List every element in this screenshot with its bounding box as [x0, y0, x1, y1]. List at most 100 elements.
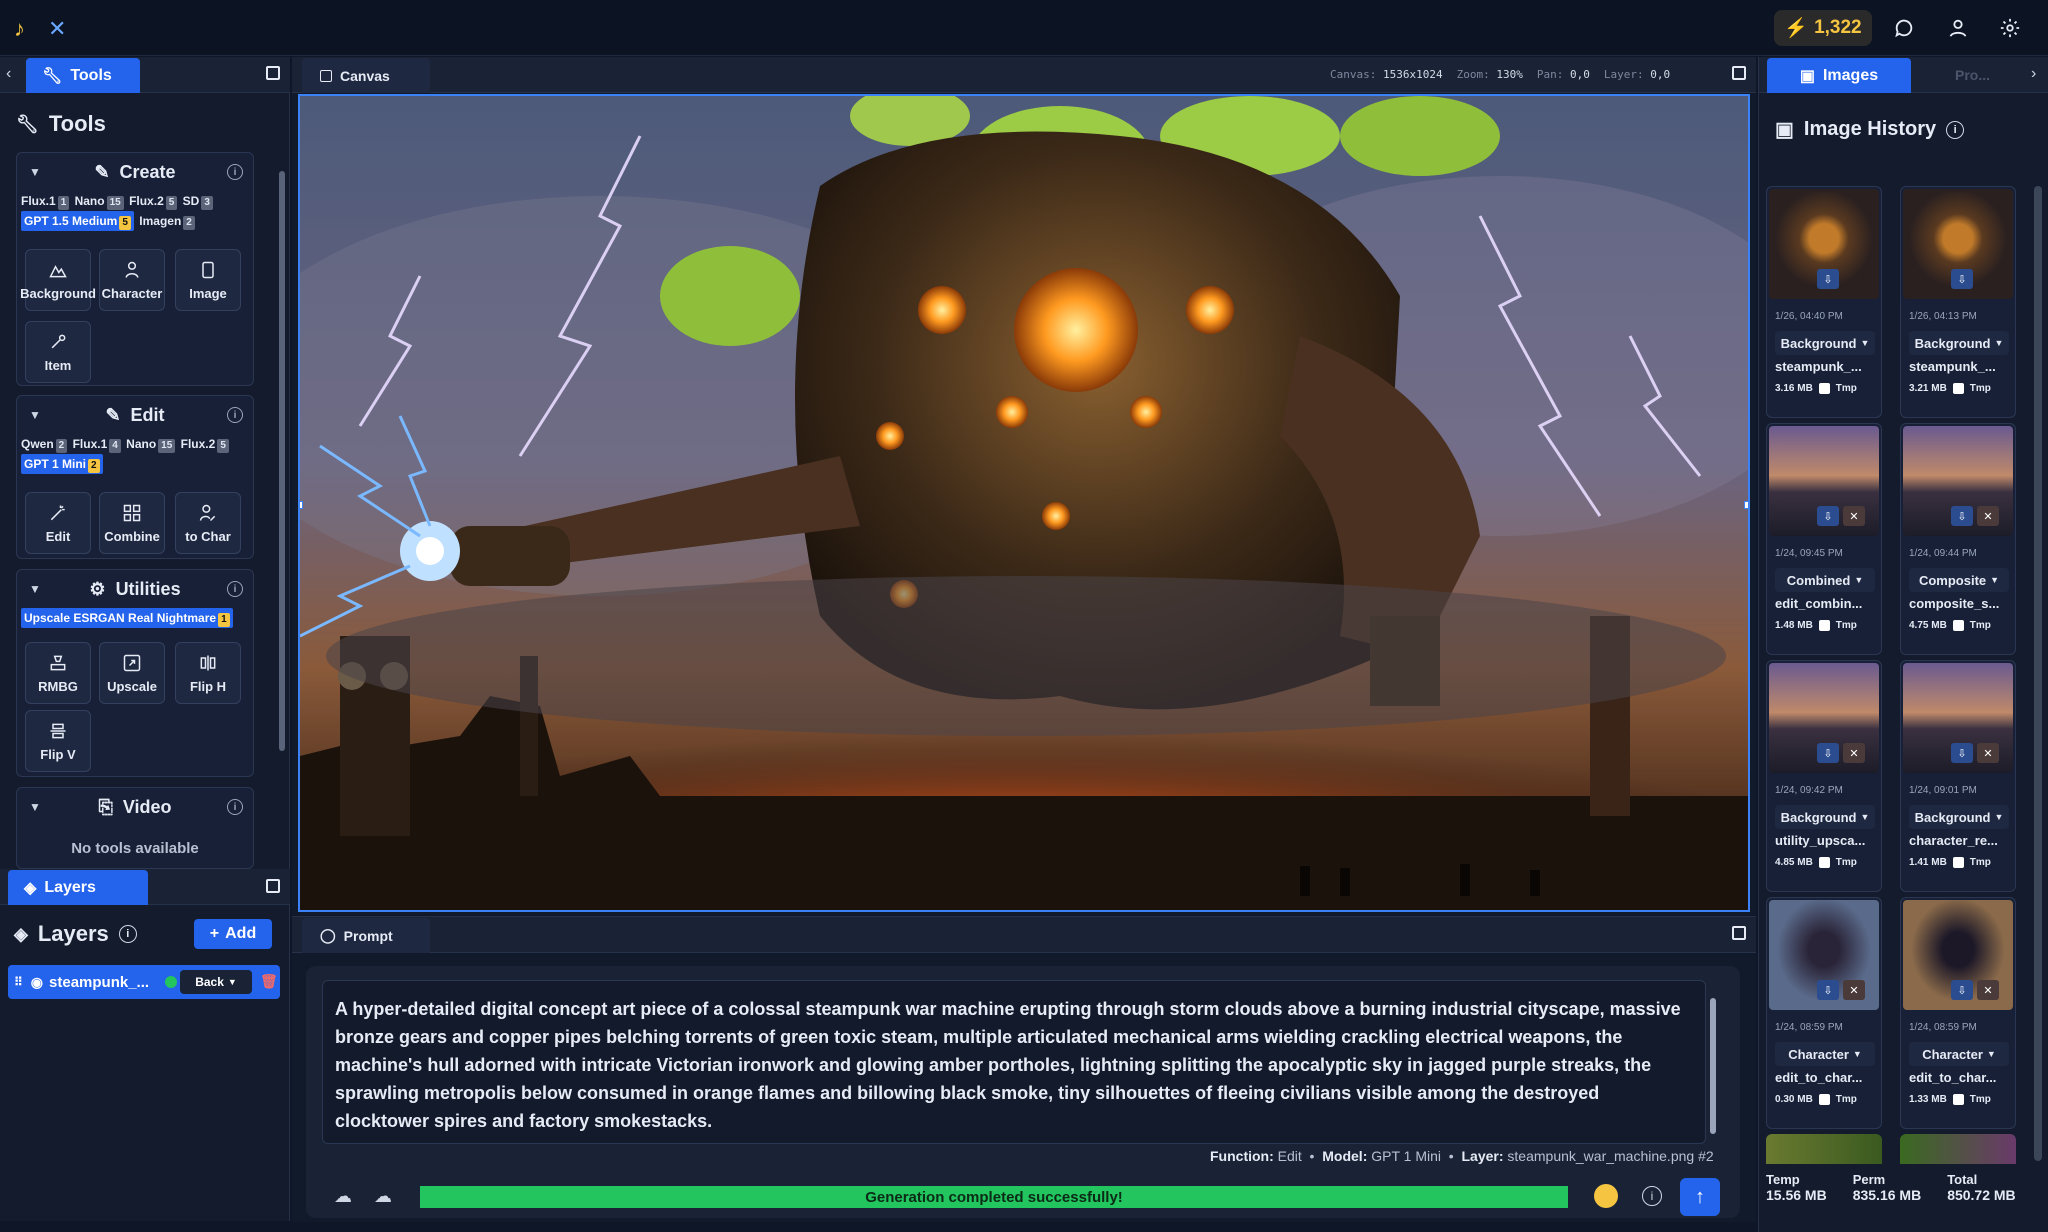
info-icon[interactable]: i — [227, 164, 243, 180]
upload-cloud-icon[interactable]: ☁ — [334, 1186, 352, 1207]
gear-icon[interactable] — [1994, 12, 2026, 44]
collapse-left-icon[interactable]: ‹ — [6, 65, 11, 83]
credits-badge[interactable]: ⚡ 1,322 — [1774, 10, 1872, 46]
image-button[interactable]: Image — [175, 249, 241, 311]
tab-tools[interactable]: 🔧︎ Tools — [26, 58, 140, 93]
maximize-icon[interactable] — [266, 879, 280, 893]
download-icon[interactable]: ⇩ — [1951, 506, 1973, 526]
info-icon[interactable]: i — [118, 925, 137, 943]
model-chip-selected[interactable]: GPT 1 Mini 2 — [21, 454, 103, 474]
flip-v-button[interactable]: Flip V — [25, 710, 91, 772]
create-header[interactable]: ▼ ✎ Create i — [17, 153, 253, 191]
tmp-checkbox[interactable] — [1818, 383, 1830, 394]
download-icon[interactable]: ⇩ — [1817, 980, 1839, 1000]
model-chip-selected[interactable]: Upscale ESRGAN Real Nightmare 1 — [21, 608, 233, 628]
info-icon[interactable]: i — [227, 407, 243, 423]
utilities-header[interactable]: ▼ ⚙ Utilities i — [17, 570, 253, 608]
model-chip-selected[interactable]: GPT 1.5 Medium 5 — [21, 211, 134, 231]
delete-icon[interactable]: ✕ — [1977, 980, 1999, 1000]
info-icon[interactable]: i — [227, 799, 243, 815]
model-chip[interactable]: Nano 15 — [126, 434, 176, 454]
tmp-checkbox[interactable] — [1818, 857, 1830, 868]
maximize-icon[interactable] — [1732, 926, 1746, 940]
tools-scrollbar[interactable] — [279, 171, 285, 751]
add-layer-button[interactable]: + Add — [194, 919, 272, 949]
tmp-checkbox[interactable] — [1952, 1094, 1964, 1105]
image-card[interactable]: ⇩ ✕ 1/24, 08:59 PM Character ▼ edit_to_char..… — [1766, 897, 1882, 1129]
image-type-select[interactable]: Character ▼ — [1909, 1042, 2009, 1066]
tab-images[interactable]: ▣ Images — [1767, 58, 1911, 93]
download-icon[interactable]: ⇩ — [1951, 269, 1973, 289]
drag-handle-icon[interactable]: ⠿ — [14, 975, 23, 989]
item-button[interactable]: Item — [25, 321, 91, 383]
tmp-checkbox[interactable] — [1952, 620, 1964, 631]
tab-prompts[interactable]: Pro... — [1955, 67, 1990, 83]
resize-handle[interactable] — [300, 501, 303, 509]
tmp-checkbox[interactable] — [1952, 857, 1964, 868]
delete-icon[interactable]: ✕ — [1843, 980, 1865, 1000]
edit-header[interactable]: ▼ ✎ Edit i — [17, 396, 253, 434]
rmbg-button[interactable]: RMBG — [25, 642, 91, 704]
tmp-checkbox[interactable] — [1818, 1094, 1830, 1105]
model-chip[interactable]: Flux.2 5 — [181, 434, 229, 454]
upscale-button[interactable]: Upscale — [99, 642, 165, 704]
image-type-select[interactable]: Background ▼ — [1909, 331, 2009, 355]
image-card[interactable]: ⇩ 1/26, 04:13 PM Background ▼ steampunk_... 3… — [1900, 186, 2016, 418]
tab-canvas[interactable]: Canvas — [302, 58, 430, 93]
tools-logo-icon[interactable]: ✕ — [48, 16, 66, 42]
eye-icon[interactable]: ◉ — [31, 974, 43, 991]
canvas-image[interactable] — [298, 94, 1750, 912]
model-chip[interactable]: Flux.1 1 — [21, 191, 70, 211]
download-icon[interactable]: ⇩ — [1951, 980, 1973, 1000]
user-icon[interactable] — [1942, 12, 1974, 44]
layer-position-select[interactable]: Back ▼ — [180, 970, 252, 994]
model-chip[interactable]: Qwen 2 — [21, 434, 68, 454]
background-button[interactable]: Background — [20, 249, 96, 311]
layer-row[interactable]: ⠿ ◉ steampunk_... Back ▼ 🗑︎ — [8, 965, 280, 999]
maximize-icon[interactable] — [266, 66, 280, 80]
palette-icon[interactable] — [1594, 1184, 1618, 1208]
image-type-select[interactable]: Background ▼ — [1775, 331, 1875, 355]
delete-icon[interactable]: ✕ — [1843, 506, 1865, 526]
tab-layers[interactable]: ◈ Layers — [8, 870, 148, 905]
image-card[interactable]: ⇩ 1/26, 04:40 PM Background ▼ steampunk_... 3… — [1766, 186, 1882, 418]
send-button[interactable]: ↑ — [1680, 1178, 1720, 1216]
tmp-checkbox[interactable] — [1818, 620, 1830, 631]
prompt-scrollbar[interactable] — [1710, 998, 1716, 1134]
info-icon[interactable]: i — [227, 581, 243, 597]
video-header[interactable]: ▼ ⎘ Video i — [17, 788, 253, 826]
prompt-textarea[interactable]: A hyper-detailed digital concept art pie… — [322, 980, 1706, 1144]
image-type-select[interactable]: Composite ▼ — [1909, 568, 2009, 592]
delete-icon[interactable]: ✕ — [1843, 743, 1865, 763]
image-type-select[interactable]: Character ▼ — [1775, 1042, 1875, 1066]
model-chip[interactable]: Imagen 2 — [139, 211, 195, 231]
model-chip[interactable]: SD 3 — [183, 191, 213, 211]
banana-logo-icon[interactable]: ♪ — [14, 16, 25, 42]
image-card[interactable]: ⇩ ✕ 1/24, 09:01 PM Background ▼ character_re.… — [1900, 660, 2016, 892]
model-chip[interactable]: Flux.1 4 — [73, 434, 121, 454]
download-icon[interactable]: ⇩ — [1817, 269, 1839, 289]
flip-h-button[interactable]: Flip H — [175, 642, 241, 704]
delete-icon[interactable]: ✕ — [1977, 506, 1999, 526]
image-card[interactable]: ⇩ ✕ 1/24, 09:45 PM Combined ▼ edit_combin... 1… — [1766, 423, 1882, 655]
chevron-down-icon[interactable]: ▼ — [29, 582, 41, 596]
image-type-select[interactable]: Background ▼ — [1909, 805, 2009, 829]
download-icon[interactable]: ⇩ — [1951, 743, 1973, 763]
image-type-select[interactable]: Combined ▼ — [1775, 568, 1875, 592]
chat-icon[interactable] — [1888, 12, 1920, 44]
chevron-down-icon[interactable]: ▼ — [29, 408, 41, 422]
to-char-button[interactable]: to Char — [175, 492, 241, 554]
images-scrollbar[interactable] — [2034, 186, 2042, 1161]
image-card[interactable]: ⇩ ✕ 1/24, 09:42 PM Background ▼ utility_upsca… — [1766, 660, 1882, 892]
tmp-checkbox[interactable] — [1952, 383, 1964, 394]
chevron-down-icon[interactable]: ▼ — [29, 165, 41, 179]
image-card[interactable]: ⇩ ✕ 1/24, 09:44 PM Composite ▼ composite_s...… — [1900, 423, 2016, 655]
info-icon[interactable]: i — [1946, 120, 1965, 139]
info-icon[interactable]: i — [1642, 1186, 1662, 1206]
download-icon[interactable]: ⇩ — [1817, 506, 1839, 526]
edit-button[interactable]: Edit — [25, 492, 91, 554]
model-chip[interactable]: Nano 15 — [75, 191, 124, 211]
download-cloud-icon[interactable]: ☁ — [374, 1186, 392, 1207]
download-icon[interactable]: ⇩ — [1817, 743, 1839, 763]
chevron-down-icon[interactable]: ▼ — [29, 800, 41, 814]
